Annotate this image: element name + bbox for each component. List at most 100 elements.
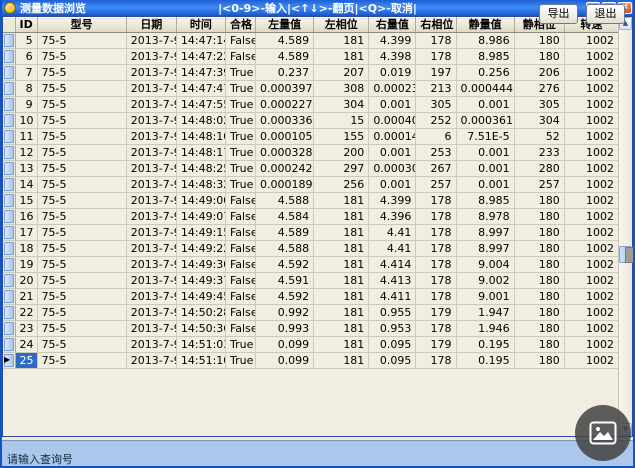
table-cell[interactable]: 197	[416, 65, 456, 81]
table-cell[interactable]: 181	[314, 273, 369, 289]
table-cell[interactable]: False	[225, 193, 255, 209]
column-header[interactable]: ID	[15, 18, 37, 33]
table-cell[interactable]: 297	[314, 161, 369, 177]
table-cell[interactable]: 178	[416, 49, 456, 65]
table-cell[interactable]: 181	[314, 257, 369, 273]
table-cell[interactable]: 24	[15, 337, 37, 353]
row-selector[interactable]	[3, 289, 15, 305]
table-cell[interactable]: 1002	[564, 273, 618, 289]
table-cell[interactable]: 2013-7-9	[126, 241, 176, 257]
table-cell[interactable]: 14:48:25	[176, 161, 225, 177]
table-cell[interactable]: 206	[514, 65, 564, 81]
table-cell[interactable]: 75-5	[37, 225, 126, 241]
table-cell[interactable]: False	[225, 209, 255, 225]
table-cell[interactable]: 180	[514, 305, 564, 321]
column-header[interactable]: 右量值	[369, 18, 416, 33]
table-cell[interactable]: 14:50:28	[176, 305, 225, 321]
table-cell[interactable]: 14:47:22	[176, 49, 225, 65]
table-cell[interactable]: 75-5	[37, 273, 126, 289]
table-cell[interactable]: 4.414	[369, 257, 416, 273]
table-cell[interactable]: 4.588	[256, 241, 314, 257]
table-cell[interactable]: 1002	[564, 321, 618, 337]
table-cell[interactable]: 6	[416, 129, 456, 145]
table-cell[interactable]: 0.195	[456, 337, 514, 353]
table-cell[interactable]: 305	[416, 97, 456, 113]
table-cell[interactable]: 75-5	[37, 305, 126, 321]
table-cell[interactable]: 1002	[564, 97, 618, 113]
table-cell[interactable]: 0.099	[256, 353, 314, 369]
table-cell[interactable]: 4.411	[369, 289, 416, 305]
table-cell[interactable]: 14:48:32	[176, 177, 225, 193]
table-cell[interactable]: 75-5	[37, 353, 126, 369]
table-cell[interactable]: 8.985	[456, 49, 514, 65]
table-cell[interactable]: 181	[314, 193, 369, 209]
table-cell[interactable]: 0.993	[256, 321, 314, 337]
row-selector[interactable]: ▶	[3, 353, 15, 369]
table-cell[interactable]: False	[225, 225, 255, 241]
table-cell[interactable]: 252	[416, 113, 456, 129]
table-cell[interactable]: 9.001	[456, 289, 514, 305]
table-cell[interactable]: 181	[314, 289, 369, 305]
table-cell[interactable]: 75-5	[37, 161, 126, 177]
table-cell[interactable]: 0.000142	[369, 129, 416, 145]
table-cell[interactable]: True	[225, 145, 255, 161]
table-cell[interactable]: 2013-7-9	[126, 129, 176, 145]
table-cell[interactable]: 233	[514, 145, 564, 161]
table-cell[interactable]: 14:47:47	[176, 81, 225, 97]
table-cell[interactable]: 178	[416, 289, 456, 305]
table-cell[interactable]: 267	[416, 161, 456, 177]
table-cell[interactable]: 2013-7-9	[126, 225, 176, 241]
table-cell[interactable]: 2013-7-9	[126, 177, 176, 193]
table-cell[interactable]: 0.953	[369, 321, 416, 337]
table-cell[interactable]: 14:48:02	[176, 113, 225, 129]
table-cell[interactable]: 8.985	[456, 193, 514, 209]
table-cell[interactable]: 178	[416, 225, 456, 241]
table-cell[interactable]: 180	[514, 193, 564, 209]
table-cell[interactable]: 2013-7-9	[126, 33, 176, 49]
row-selector[interactable]	[3, 273, 15, 289]
row-selector[interactable]	[3, 193, 15, 209]
table-cell[interactable]: True	[225, 129, 255, 145]
vertical-scrollbar[interactable]: ▲ ▼	[618, 17, 632, 436]
table-cell[interactable]: 20	[15, 273, 37, 289]
column-header[interactable]: 静量值	[456, 18, 514, 33]
table-cell[interactable]: 14:48:10	[176, 129, 225, 145]
table-cell[interactable]: 75-5	[37, 129, 126, 145]
table-cell[interactable]: False	[225, 305, 255, 321]
table-cell[interactable]: 6	[15, 49, 37, 65]
table-cell[interactable]: 4.592	[256, 289, 314, 305]
table-cell[interactable]: 0.000237	[369, 81, 416, 97]
table-cell[interactable]: 1002	[564, 161, 618, 177]
table-cell[interactable]: True	[225, 65, 255, 81]
table-cell[interactable]: 181	[314, 49, 369, 65]
table-cell[interactable]: 4.589	[256, 33, 314, 49]
row-selector[interactable]	[3, 321, 15, 337]
table-cell[interactable]: False	[225, 241, 255, 257]
row-selector[interactable]	[3, 337, 15, 353]
table-cell[interactable]: True	[225, 161, 255, 177]
table-cell[interactable]: 7	[15, 65, 37, 81]
table-cell[interactable]: 4.589	[256, 49, 314, 65]
table-cell[interactable]: 181	[314, 33, 369, 49]
column-header[interactable]: 时间	[176, 18, 225, 33]
table-cell[interactable]: 14	[15, 177, 37, 193]
table-cell[interactable]: 75-5	[37, 97, 126, 113]
table-cell[interactable]: True	[225, 81, 255, 97]
table-cell[interactable]: False	[225, 273, 255, 289]
table-cell[interactable]: True	[225, 177, 255, 193]
table-cell[interactable]: 181	[314, 225, 369, 241]
table-cell[interactable]: 179	[416, 337, 456, 353]
table-cell[interactable]: 75-5	[37, 321, 126, 337]
table-cell[interactable]: 0.001	[456, 177, 514, 193]
table-cell[interactable]: 1002	[564, 337, 618, 353]
table-cell[interactable]: 4.41	[369, 241, 416, 257]
table-cell[interactable]: 1002	[564, 289, 618, 305]
table-cell[interactable]: 0.000407	[369, 113, 416, 129]
table-cell[interactable]: 19	[15, 257, 37, 273]
table-cell[interactable]: 213	[416, 81, 456, 97]
table-cell[interactable]: 5	[15, 33, 37, 49]
table-cell[interactable]: 11	[15, 129, 37, 145]
table-cell[interactable]: 180	[514, 321, 564, 337]
table-cell[interactable]: 180	[514, 289, 564, 305]
table-cell[interactable]: 1.947	[456, 305, 514, 321]
